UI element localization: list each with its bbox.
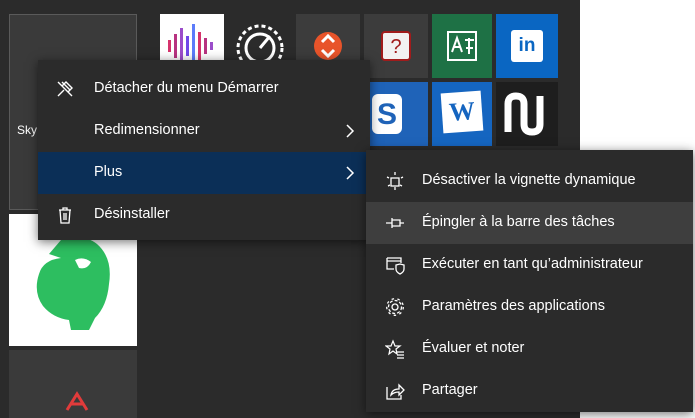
more-label: Plus xyxy=(94,164,123,180)
swiftkey-tile[interactable] xyxy=(496,82,558,146)
pin-to-taskbar-label: Épingler à la barre des tâches xyxy=(422,214,615,230)
rate-and-review-menu-item[interactable]: Évaluer et noter xyxy=(366,328,693,370)
swiftkey-icon xyxy=(504,92,544,136)
chevron-right-icon xyxy=(346,124,355,138)
unpin-icon xyxy=(54,78,76,100)
app-settings-menu-item[interactable]: Paramètres des applications xyxy=(366,286,693,328)
acrobat-tile[interactable] xyxy=(9,350,137,418)
acrobat-icon xyxy=(65,391,89,411)
unpin-from-start-label: Détacher du menu Démarrer xyxy=(94,80,279,96)
resize-menu-item[interactable]: Redimensionner xyxy=(38,110,370,152)
word-icon: W xyxy=(440,90,484,134)
run-as-admin-menu-item[interactable]: Exécuter en tant qu’administrateur xyxy=(366,244,693,286)
chevron-right-icon xyxy=(346,166,355,180)
linkedin-icon: in xyxy=(511,30,543,62)
unpin-from-start-menu-item[interactable]: Détacher du menu Démarrer xyxy=(38,68,370,110)
admin-shield-icon xyxy=(384,254,406,276)
uninstall-menu-item[interactable]: Désinstaller xyxy=(38,194,370,236)
translator-tile[interactable] xyxy=(432,14,492,78)
linkedin-icon-text: in xyxy=(518,35,536,56)
sway-tile[interactable]: S xyxy=(364,82,428,146)
gear-icon xyxy=(384,296,406,318)
share-icon xyxy=(384,380,406,402)
svg-text:S: S xyxy=(377,98,397,131)
svg-text:?: ? xyxy=(390,36,401,58)
help-tile[interactable]: ? xyxy=(364,14,428,78)
more-submenu: Désactiver la vignette dynamique Épingle… xyxy=(366,150,693,412)
share-menu-item[interactable]: Partager xyxy=(366,370,693,412)
resize-label: Redimensionner xyxy=(94,122,200,138)
pin-to-taskbar-menu-item[interactable]: Épingler à la barre des tâches xyxy=(366,202,693,244)
run-as-admin-label: Exécuter en tant qu’administrateur xyxy=(422,256,643,272)
more-menu-item[interactable]: Plus xyxy=(38,152,370,194)
disable-live-tile-menu-item[interactable]: Désactiver la vignette dynamique xyxy=(366,160,693,202)
sway-icon: S xyxy=(372,94,402,134)
trash-icon xyxy=(54,204,76,226)
tile-context-menu: Détacher du menu Démarrer Redimensionner… xyxy=(38,60,370,240)
rate-and-review-label: Évaluer et noter xyxy=(422,340,525,356)
help-icon: ? xyxy=(381,31,411,61)
word-tile[interactable]: W xyxy=(432,82,492,146)
star-list-icon xyxy=(384,338,406,360)
skype-tile-label: Sky xyxy=(17,123,38,137)
translate-icon xyxy=(447,31,477,61)
live-tile-icon xyxy=(384,170,406,192)
app-settings-label: Paramètres des applications xyxy=(422,298,605,314)
disable-live-tile-label: Désactiver la vignette dynamique xyxy=(422,172,636,188)
word-icon-text: W xyxy=(447,96,476,127)
share-label: Partager xyxy=(422,382,478,398)
pin-icon xyxy=(384,212,406,234)
linkedin-tile[interactable]: in xyxy=(496,14,558,78)
uninstall-label: Désinstaller xyxy=(94,206,170,222)
